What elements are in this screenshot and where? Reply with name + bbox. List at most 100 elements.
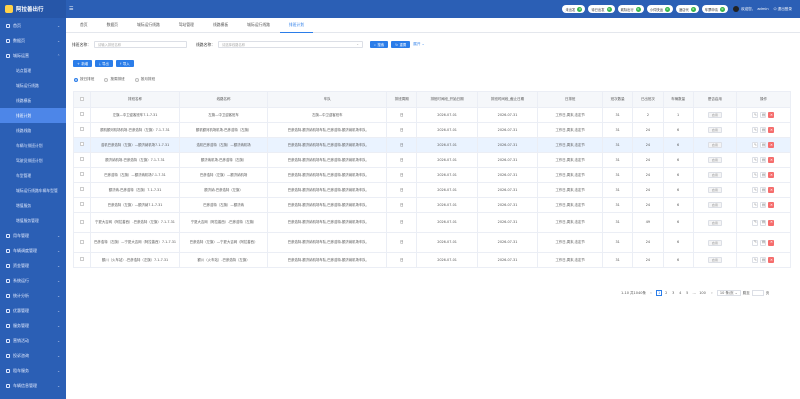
- quick-link-button[interactable]: 城际出行 0: [617, 5, 644, 13]
- view-icon[interactable]: ▤: [760, 142, 767, 148]
- edit-icon[interactable]: ✎: [752, 239, 759, 246]
- page-button[interactable]: 4: [677, 290, 683, 296]
- import-button[interactable]: ⤒ 导入: [115, 60, 134, 67]
- sidebar-item[interactable]: 首页 ⌄: [0, 18, 66, 33]
- tab[interactable]: 线路模板: [204, 18, 237, 33]
- tab[interactable]: 城际运行线路: [238, 18, 279, 33]
- enable-button[interactable]: 启用: [707, 112, 722, 118]
- view-icon[interactable]: ▤: [760, 202, 767, 208]
- enable-button[interactable]: 启用: [707, 239, 722, 246]
- sidebar-item[interactable]: 统计分析 ⌄: [0, 288, 66, 303]
- quick-link-button[interactable]: 未出发 0: [562, 5, 586, 13]
- row-checkbox[interactable]: [80, 219, 85, 224]
- user-info[interactable]: 欢迎您， admin: [732, 6, 769, 12]
- schedule-type-radio[interactable]: 按周排班: [104, 77, 125, 82]
- sidebar-subitem[interactable]: 城际运行线路: [0, 78, 66, 93]
- sidebar-item[interactable]: 用车管理 ⌄: [0, 228, 66, 243]
- sidebar-subitem[interactable]: 增值服务管理: [0, 213, 66, 228]
- tab[interactable]: 数据页: [98, 18, 127, 33]
- view-icon[interactable]: ▤: [760, 112, 767, 118]
- table-row[interactable]: 巴彦浩特（左旗）—额济纳机场7.1-7.31 巴彦浩特（左旗）—额济纳机场 巴彦浩特…: [72, 167, 792, 183]
- edit-icon[interactable]: ✎: [752, 202, 759, 208]
- edit-icon[interactable]: ✎: [752, 142, 759, 148]
- sidebar-item[interactable]: 资金管理 ⌄: [0, 258, 66, 273]
- menu-toggle-icon[interactable]: ☰: [69, 6, 79, 12]
- sidebar-subitem[interactable]: 车型管理: [0, 168, 66, 183]
- enable-button[interactable]: 启用: [707, 257, 722, 263]
- delete-icon[interactable]: ✕: [768, 157, 775, 163]
- sidebar-item[interactable]: 数据页 ⌄: [0, 33, 66, 48]
- edit-icon[interactable]: ✎: [752, 219, 759, 226]
- view-icon[interactable]: ▤: [760, 172, 767, 178]
- table-row[interactable]: 浩机巴彦浩特（左旗）—额济纳机场7.1-7.31 浩机巴彦浩特（左旗）—额济纳机场…: [72, 137, 792, 153]
- enable-button[interactable]: 启用: [707, 202, 722, 208]
- view-icon[interactable]: ▤: [760, 257, 767, 263]
- quick-link-button[interactable]: 小件快运 0: [646, 5, 673, 13]
- edit-icon[interactable]: ✎: [752, 172, 759, 178]
- delete-icon[interactable]: ✕: [768, 172, 775, 178]
- sidebar-item[interactable]: 服务管理 ⌄: [0, 318, 66, 333]
- sidebar-subitem[interactable]: 驾驶员排班计划: [0, 153, 66, 168]
- schedule-type-radio[interactable]: 按日排班: [74, 77, 94, 82]
- sidebar-item[interactable]: 车辆调度管理 ⌄: [0, 243, 66, 258]
- quick-link-button[interactable]: 车票申请 0: [701, 5, 728, 13]
- prev-page-button[interactable]: ‹: [648, 290, 654, 296]
- row-checkbox[interactable]: [80, 142, 85, 147]
- page-button[interactable]: 2: [663, 290, 669, 296]
- enable-button[interactable]: 启用: [707, 127, 722, 133]
- schedule-name-input[interactable]: 请输入排班名称: [93, 41, 187, 48]
- sidebar-item[interactable]: 车辆信息管理 ⌄: [0, 378, 66, 393]
- view-icon[interactable]: ▤: [760, 239, 767, 246]
- table-row[interactable]: 额济纳-巴彦浩特（左旗）7.1-7.31 额济纳-巴彦浩特（左旗） 巴彦浩特-额济纳…: [72, 182, 792, 198]
- edit-icon[interactable]: ✎: [752, 157, 759, 163]
- table-row[interactable]: 额机额河机场机场-巴彦浩特（左旗）7.1-7.31 额机额河机场机场-巴彦浩特（左…: [72, 122, 792, 138]
- sidebar-subitem[interactable]: 线路线路: [0, 123, 66, 138]
- delete-icon[interactable]: ✕: [768, 257, 775, 263]
- quick-link-button[interactable]: 酒店代 0: [675, 5, 699, 13]
- page-button[interactable]: 100: [698, 290, 707, 296]
- table-row[interactable]: 巴彦浩特（左旗）—宁夏大吉网（阿拉善西）7.1-7.31 巴彦浩特（左旗）—宁夏大…: [72, 232, 792, 253]
- sidebar-subitem[interactable]: 城际运行线路车辆车型管: [0, 183, 66, 198]
- sidebar-subitem[interactable]: 增值服务: [0, 198, 66, 213]
- search-button[interactable]: ⌕ 搜索: [369, 41, 389, 48]
- edit-icon[interactable]: ✎: [752, 257, 759, 263]
- page-button[interactable]: 1: [655, 290, 663, 296]
- page-button[interactable]: 3: [670, 290, 676, 296]
- tab[interactable]: 城际运行线路: [128, 18, 169, 33]
- view-icon[interactable]: ▤: [760, 187, 767, 193]
- enable-button[interactable]: 启用: [707, 142, 722, 148]
- page-button[interactable]: 5: [684, 290, 690, 296]
- table-row[interactable]: 宁夏大吉网（阿拉善西）-巴彦浩特（左旗）7.1-7.31 宁夏大吉网（阿拉善西）-…: [72, 212, 792, 233]
- table-row[interactable]: 额济纳机场-巴彦浩特（左旗）7.1-7.31 额济纳机场-巴彦浩特（左旗） 巴彦浩特…: [72, 152, 792, 168]
- edit-icon[interactable]: ✎: [752, 127, 759, 133]
- sidebar-item[interactable]: 城际运营 ⌃: [0, 48, 66, 63]
- sidebar-item[interactable]: 投诉咨询 ⌄: [0, 348, 66, 363]
- row-checkbox[interactable]: [80, 257, 85, 262]
- row-checkbox[interactable]: [80, 157, 85, 162]
- sidebar-subitem[interactable]: 线路模板: [0, 93, 66, 108]
- row-checkbox[interactable]: [80, 172, 85, 177]
- quick-link-button[interactable]: 待已出发 0: [588, 5, 615, 13]
- delete-icon[interactable]: ✕: [768, 127, 775, 133]
- delete-icon[interactable]: ✕: [768, 142, 775, 148]
- page-size-select[interactable]: 10 条/页 ⌄: [716, 290, 741, 296]
- delete-icon[interactable]: ✕: [768, 187, 775, 193]
- goto-page-input[interactable]: [751, 290, 764, 296]
- row-checkbox[interactable]: [80, 202, 85, 207]
- sidebar-subitem[interactable]: 车辆与排班计划: [0, 138, 66, 153]
- schedule-type-radio[interactable]: 按月排班: [134, 77, 155, 82]
- expand-link[interactable]: 展开 ⌄: [413, 42, 424, 47]
- line-select[interactable]: 请选择线路名称: [217, 41, 363, 48]
- table-row[interactable]: 额川（火车站）-巴彦浩特（左旗）7.1-7.31 额川（火车站）-巴彦浩特（左旗）…: [72, 252, 792, 268]
- edit-icon[interactable]: ✎: [752, 112, 759, 118]
- delete-icon[interactable]: ✕: [768, 202, 775, 208]
- sidebar-subitem[interactable]: 站点管理: [0, 63, 66, 78]
- row-checkbox[interactable]: [80, 239, 85, 244]
- enable-button[interactable]: 启用: [707, 157, 722, 163]
- select-all-checkbox[interactable]: [80, 97, 85, 101]
- next-page-button[interactable]: ›: [709, 290, 715, 296]
- sidebar-item[interactable]: 营销活动 ⌄: [0, 333, 66, 348]
- delete-icon[interactable]: ✕: [768, 112, 775, 118]
- delete-icon[interactable]: ✕: [768, 219, 775, 226]
- export-button[interactable]: ⤓ 导出: [95, 60, 113, 67]
